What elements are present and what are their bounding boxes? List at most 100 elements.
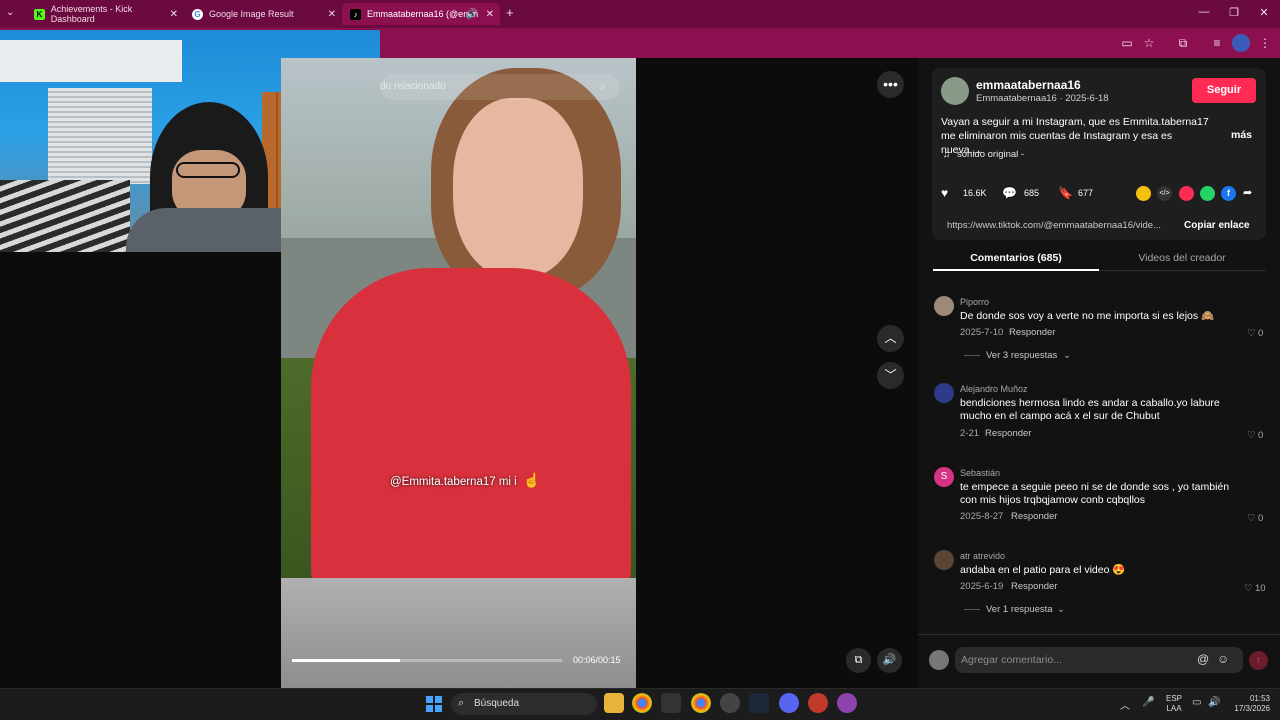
chevron-up-icon[interactable]: ︿ xyxy=(877,325,904,352)
discord-icon[interactable] xyxy=(779,693,799,713)
share-icon[interactable]: ➦ xyxy=(1243,186,1252,199)
new-tab-button[interactable]: + xyxy=(506,5,514,20)
picture-in-picture-icon[interactable]: ⧉ xyxy=(846,648,871,673)
chrome-active-icon[interactable] xyxy=(691,693,711,713)
facebook-icon[interactable]: f xyxy=(1221,186,1236,201)
menu-icon[interactable]: ⋮ xyxy=(1256,34,1274,52)
chevron-down-icon[interactable]: ﹀ xyxy=(877,362,904,389)
tab-tiktok[interactable]: ♪ Emmaatabernaa16 (@emm 🔊 ✕ xyxy=(342,3,500,25)
volume-icon[interactable]: 🔊 xyxy=(877,648,902,673)
video-face xyxy=(453,98,583,278)
comment-author[interactable]: atr atrevido xyxy=(960,551,1005,561)
restore-icon[interactable]: ❐ xyxy=(1224,6,1244,19)
mention-icon[interactable]: @ xyxy=(1197,652,1209,666)
tab-comments[interactable]: Comentarios (685) xyxy=(933,252,1099,264)
comment-author[interactable]: Piporro xyxy=(960,297,989,307)
send-icon[interactable] xyxy=(1179,186,1194,201)
more-link[interactable]: más xyxy=(1231,129,1252,141)
tab-kick[interactable]: K Achievements - Kick Dashboard ✕ xyxy=(26,3,184,25)
app-red-icon[interactable] xyxy=(808,693,828,713)
clock[interactable]: 01:53 17/3/2026 xyxy=(1228,694,1270,714)
more-options-icon[interactable]: ••• xyxy=(877,71,904,98)
windows-start-icon[interactable] xyxy=(426,696,442,712)
heart-icon[interactable]: ♡ xyxy=(1247,328,1256,339)
creator-avatar[interactable] xyxy=(941,77,969,105)
emoji-share-icon[interactable] xyxy=(1136,186,1151,201)
network-icon[interactable]: ▭ xyxy=(1192,697,1201,708)
media-player-icon[interactable] xyxy=(720,693,740,713)
cast-icon[interactable]: ▭ xyxy=(1118,34,1136,52)
emoji-icon[interactable]: ☺ xyxy=(1217,652,1229,666)
avatar[interactable] xyxy=(934,550,954,570)
reply-button[interactable]: Responder xyxy=(1011,581,1057,592)
profile-avatar[interactable] xyxy=(1232,34,1250,52)
follow-button[interactable]: Seguir xyxy=(1192,78,1256,103)
related-search-bar[interactable]: do relacionado ⌕ xyxy=(380,74,620,100)
reply-button[interactable]: Responder xyxy=(985,428,1031,439)
close-window-icon[interactable]: ✕ xyxy=(1254,6,1274,19)
avatar[interactable] xyxy=(934,383,954,403)
video-time: 00:06/00:15 xyxy=(573,655,621,665)
embed-icon[interactable]: </> xyxy=(1157,186,1172,201)
tray-chevron-icon[interactable]: ︿ xyxy=(1120,697,1130,712)
avatar[interactable]: S xyxy=(934,467,954,487)
chrome-icon[interactable] xyxy=(632,693,652,713)
extensions-icon[interactable]: ⧉ xyxy=(1174,34,1192,52)
comment-date: 2-21 xyxy=(960,428,980,439)
comment-author[interactable]: Alejandro Muñoz xyxy=(960,384,1028,394)
tab-creator-videos[interactable]: Videos del creador xyxy=(1099,252,1265,264)
bookmark-icon[interactable]: 🔖 xyxy=(1058,186,1073,200)
obs-icon[interactable] xyxy=(837,693,857,713)
related-search-text: do relacionado xyxy=(380,81,446,92)
close-icon[interactable]: ✕ xyxy=(486,9,494,20)
thread-line xyxy=(964,355,980,356)
keyboard-layout: LAA xyxy=(1166,704,1182,713)
comment-author[interactable]: Sebastián xyxy=(960,468,1000,478)
audio-icon[interactable]: 🔊 xyxy=(466,9,478,20)
avatar[interactable] xyxy=(934,296,954,316)
heart-icon[interactable]: ♡ xyxy=(1247,430,1256,441)
close-icon[interactable]: ✕ xyxy=(328,9,336,20)
steam-icon[interactable] xyxy=(749,693,769,713)
sound-name[interactable]: sonido original - xyxy=(957,149,1024,160)
thread-line xyxy=(964,609,980,610)
language-indicator[interactable]: ESP LAA xyxy=(1166,694,1182,714)
comment-text: bendiciones hermosa lindo es andar a cab… xyxy=(960,397,1220,422)
video-pants xyxy=(281,578,636,688)
reply-button[interactable]: Responder xyxy=(1011,511,1057,522)
video-player[interactable] xyxy=(281,58,636,688)
close-icon[interactable]: ✕ xyxy=(170,9,178,20)
comment-input-placeholder: Agregar comentario... xyxy=(961,654,1062,666)
file-explorer-icon[interactable] xyxy=(604,693,624,713)
tab-google[interactable]: G Google Image Result ✕ xyxy=(184,3,342,25)
comment-icon[interactable]: 💬 xyxy=(1002,186,1017,200)
view-replies-button[interactable]: Ver 3 respuestas xyxy=(986,350,1057,361)
creator-username[interactable]: emmaatabernaa16 xyxy=(976,78,1081,92)
post-url-field[interactable]: https://www.tiktok.com/@emmaatabernaa16/… xyxy=(941,217,1176,235)
tab-title: Emmaatabernaa16 (@emm xyxy=(367,9,479,19)
speaker-icon[interactable]: 🔊 xyxy=(1208,697,1220,708)
taskbar-search-label: Búsqueda xyxy=(474,698,520,709)
star-icon[interactable]: ☆ xyxy=(1140,34,1158,52)
heart-icon[interactable]: ♡ xyxy=(1247,513,1256,524)
app-icon[interactable] xyxy=(661,693,681,713)
tab-search-icon[interactable]: ⌄ xyxy=(6,7,14,18)
comment-date: 2025-7-10 xyxy=(960,327,1004,338)
comment-date: 2025-8-27 xyxy=(960,511,1004,522)
view-replies-button[interactable]: Ver 1 respuesta xyxy=(986,604,1053,615)
taskbar-search[interactable]: ⌕ Búsqueda xyxy=(451,693,597,715)
heart-icon[interactable]: ♡ xyxy=(1244,583,1253,594)
media-icon[interactable]: ≡ xyxy=(1208,34,1226,52)
whatsapp-icon[interactable] xyxy=(1200,186,1215,201)
mic-icon[interactable]: 🎤 xyxy=(1142,697,1154,708)
tab-title: Achievements - Kick Dashboard xyxy=(50,4,133,24)
post-comment-button[interactable]: ↑ xyxy=(1249,651,1268,670)
comment-input[interactable]: Agregar comentario... @ ☺ xyxy=(955,647,1243,673)
heart-icon[interactable]: ♥ xyxy=(941,186,948,200)
reply-button[interactable]: Responder xyxy=(1009,327,1055,338)
video-progress-track[interactable] xyxy=(292,659,562,662)
copy-link-button[interactable]: Copiar enlace xyxy=(1184,220,1250,231)
video-backdrop-left xyxy=(0,252,281,688)
search-icon[interactable]: ⌕ xyxy=(600,79,607,94)
minimize-icon[interactable]: — xyxy=(1194,6,1214,18)
